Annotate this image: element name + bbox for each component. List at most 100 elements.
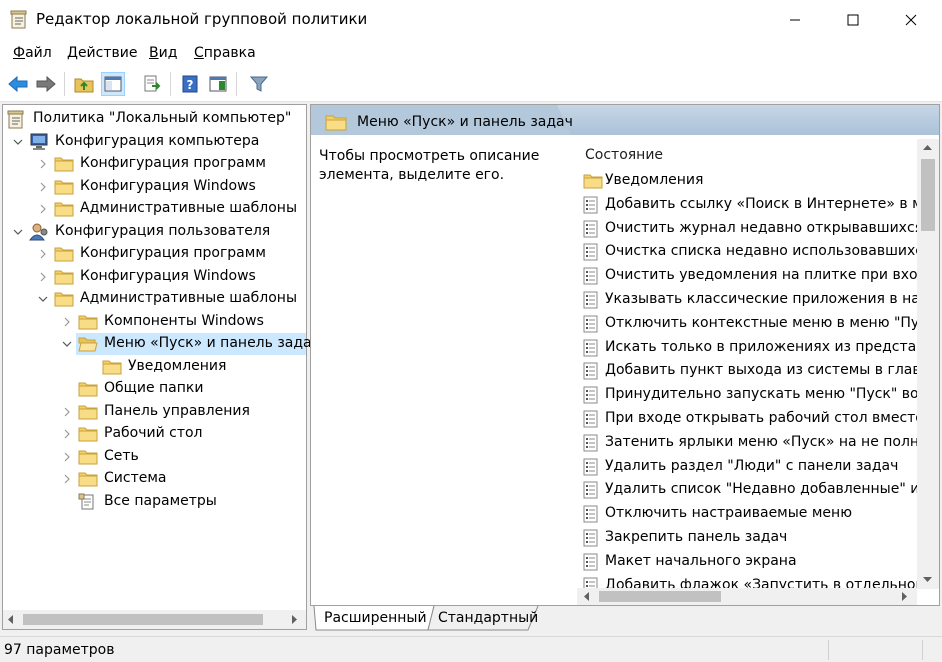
setting-icon (583, 529, 601, 547)
list-item-setting[interactable]: Искать только в приложениях из представл… (581, 336, 917, 360)
column-header-state[interactable]: Состояние (585, 147, 663, 163)
export-list-button[interactable] (140, 72, 164, 96)
show-hide-action-pane-button[interactable] (206, 72, 230, 96)
tree-item[interactable]: Сеть (3, 446, 306, 468)
list-item-setting[interactable]: Принудительно запускать меню "Пуск" во в… (581, 383, 917, 407)
list-item-setting[interactable]: Удалить раздел "Люди" с панели задач (581, 455, 917, 479)
tree-item-label: Уведомления (128, 357, 227, 374)
chevron-right-icon[interactable] (36, 269, 50, 285)
tree-item[interactable]: Рабочий стол (3, 423, 306, 445)
tab-standard[interactable]: Стандартный (438, 610, 538, 626)
content-vscroll-thumb[interactable] (921, 159, 935, 231)
minimize-button[interactable] (766, 0, 824, 40)
chevron-down-icon[interactable] (11, 224, 25, 240)
toolbar: ? (0, 66, 942, 102)
chevron-right-icon[interactable] (36, 201, 50, 217)
tree-item[interactable]: Панель управления (3, 401, 306, 423)
setting-icon (583, 386, 601, 404)
folder-icon (54, 268, 74, 286)
tree-item[interactable]: Меню «Пуск» и панель задач (3, 333, 320, 355)
computer-icon (29, 133, 49, 151)
show-hide-tree-button[interactable] (101, 72, 125, 96)
tree-item[interactable]: Конфигурация Windows (3, 176, 306, 198)
tree-item[interactable]: Конфигурация программ (3, 243, 306, 265)
maximize-button[interactable] (824, 0, 882, 40)
scroll-left-icon[interactable] (583, 592, 591, 601)
tree-item[interactable]: Административные шаблоны (3, 288, 306, 310)
tree-horizontal-scrollbar[interactable] (3, 610, 306, 629)
content-header-bottom (311, 135, 939, 139)
tree-item[interactable]: Все параметры (3, 491, 306, 513)
chevron-right-icon[interactable] (60, 314, 74, 330)
list-item-setting[interactable]: Добавить пункт выхода из системы в главн… (581, 359, 917, 383)
tree-item[interactable]: Компоненты Windows (3, 311, 306, 333)
list-item-label: Добавить пункт выхода из системы в главн… (605, 362, 917, 379)
chevron-right-icon[interactable] (36, 246, 50, 262)
list-item-setting[interactable]: Указывать классические приложения в нача… (581, 288, 917, 312)
list-item-label: При входе открывать рабочий стол вместо … (605, 410, 917, 426)
list-item-folder[interactable]: Уведомления (581, 169, 917, 193)
filter-button[interactable] (247, 72, 271, 96)
tree-item[interactable]: Административные шаблоны (3, 198, 306, 220)
scroll-down-icon[interactable] (923, 575, 932, 583)
tab-extended[interactable]: Расширенный (324, 610, 427, 626)
menu-action[interactable]: Действие (67, 45, 137, 61)
list-item-setting[interactable]: Отключить настраиваемые меню (581, 502, 917, 526)
list-item-setting[interactable]: Закрепить панель задач (581, 526, 917, 550)
tree-pane[interactable]: Политика "Локальный компьютер" Конфигурац… (2, 104, 320, 630)
list-item-setting[interactable]: Макет начального экрана (581, 550, 917, 574)
list-item-setting[interactable]: Очистка списка недавно использовавшихся … (581, 240, 917, 264)
tree-item[interactable]: Конфигурация Windows (3, 266, 306, 288)
folder-icon (102, 358, 122, 376)
scroll-left-icon[interactable] (7, 615, 15, 624)
close-button[interactable] (882, 0, 940, 40)
tree-scroll-thumb[interactable] (23, 614, 263, 625)
folder-icon (54, 200, 74, 218)
tree-item[interactable]: Политика "Локальный компьютер" (3, 108, 306, 130)
tree-item[interactable]: Общие папки (3, 378, 306, 400)
tree-item[interactable]: Конфигурация компьютера (3, 131, 306, 153)
tree-item[interactable]: Конфигурация пользователя (3, 221, 306, 243)
setting-icon (583, 410, 601, 428)
content-hscroll-thumb[interactable] (599, 591, 721, 602)
title-bar[interactable]: Редактор локальной групповой политики (0, 0, 942, 40)
chevron-down-icon[interactable] (36, 291, 50, 307)
content-vertical-scrollbar[interactable] (917, 139, 939, 589)
scroll-right-icon[interactable] (900, 592, 908, 601)
chevron-right-icon[interactable] (60, 426, 74, 442)
list-item-setting[interactable]: Удалить список "Недавно добавленные" из … (581, 478, 917, 502)
scroll-right-icon[interactable] (290, 615, 298, 624)
list-item-setting[interactable]: Отключить контекстные меню в меню "Пуск" (581, 312, 917, 336)
list-item-setting[interactable]: Затенить ярлыки меню «Пуск» на не полнос… (581, 431, 917, 455)
all-settings-icon (78, 493, 98, 511)
chevron-down-icon[interactable] (60, 336, 74, 352)
folder-open-icon (78, 335, 98, 353)
up-level-button[interactable] (72, 72, 96, 96)
list-item-setting[interactable]: Очистить уведомления на плитке при входе (581, 264, 917, 288)
help-button[interactable]: ? (178, 72, 202, 96)
setting-icon (583, 553, 601, 571)
tree-item[interactable]: Уведомления (3, 356, 306, 378)
chevron-right-icon[interactable] (36, 156, 50, 172)
menu-help[interactable]: Справка (194, 45, 256, 61)
chevron-right-icon[interactable] (36, 179, 50, 195)
tree-item-label: Политика "Локальный компьютер" (33, 110, 292, 126)
list-item-setting[interactable]: При входе открывать рабочий стол вместо … (581, 407, 917, 431)
content-horizontal-scrollbar[interactable] (577, 588, 917, 605)
menu-file[interactable]: Файл (13, 45, 52, 61)
minimize-icon (790, 19, 800, 21)
scroll-up-icon[interactable] (923, 144, 932, 152)
list-item-setting[interactable]: Очистить журнал недавно открывавшихся до… (581, 217, 917, 241)
forward-button[interactable] (34, 72, 58, 96)
setting-icon (583, 481, 601, 499)
tree-item[interactable]: Система (3, 468, 306, 490)
list-item-setting[interactable]: Добавить ссылку «Поиск в Интернете» в ме… (581, 193, 917, 217)
menu-view[interactable]: Вид (149, 45, 177, 61)
folder-icon (54, 178, 74, 196)
chevron-right-icon[interactable] (60, 471, 74, 487)
back-button[interactable] (6, 72, 30, 96)
chevron-right-icon[interactable] (60, 449, 74, 465)
chevron-down-icon[interactable] (11, 134, 25, 150)
chevron-right-icon[interactable] (60, 404, 74, 420)
tree-item[interactable]: Конфигурация программ (3, 153, 306, 175)
